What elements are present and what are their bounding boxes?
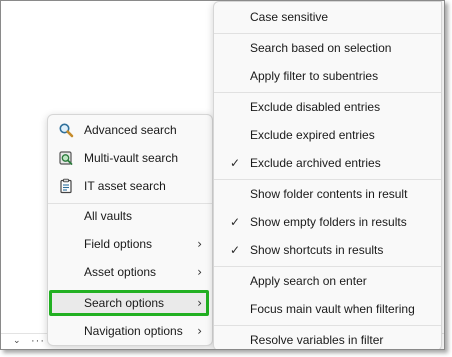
menu-item-advanced-search[interactable]: Advanced search (52, 117, 208, 143)
menu-item-label: Exclude expired entries (250, 128, 375, 142)
menu-item-label: Apply filter to subentries (250, 69, 379, 83)
menu-item-label: Multi-vault search (84, 151, 179, 165)
menu-item-label: Navigation options (84, 324, 183, 338)
menu-item-field-options[interactable]: Field options › (52, 231, 208, 257)
menu-item-exclude-archived-entries[interactable]: ✓ Exclude archived entries (218, 150, 437, 176)
more-options-icon[interactable]: ··· (31, 335, 45, 347)
vault-search-icon (59, 151, 73, 165)
menu-item-exclude-disabled-entries[interactable]: Exclude disabled entries (218, 94, 437, 120)
chevron-right-icon: › (197, 296, 202, 310)
menu-item-label: Field options (84, 237, 153, 251)
menu-item-label: Exclude archived entries (250, 156, 381, 170)
menu-item-label: Asset options (84, 265, 157, 279)
menu-item-search-options[interactable]: Search options › (52, 290, 208, 316)
menu-item-exclude-expired-entries[interactable]: Exclude expired entries (218, 122, 437, 148)
menu-item-label: Show folder contents in result (250, 187, 408, 201)
menu-separator (214, 266, 441, 267)
menu-item-multi-vault-search[interactable]: Multi-vault search (52, 145, 208, 171)
menu-item-navigation-options[interactable]: Navigation options › (52, 318, 208, 344)
menu-item-search-based-on-selection[interactable]: Search based on selection (218, 35, 437, 61)
menu-item-show-shortcuts[interactable]: ✓ Show shortcuts in results (218, 237, 437, 263)
menu-item-label: Show shortcuts in results (250, 243, 384, 257)
search-options-submenu: Case sensitive Search based on selection… (213, 1, 442, 349)
checkmark-icon: ✓ (230, 156, 241, 170)
checkmark-icon: ✓ (230, 243, 241, 257)
menu-item-label: Case sensitive (250, 10, 329, 24)
menu-separator (214, 179, 441, 180)
chevron-down-icon[interactable]: ⌄ (13, 336, 21, 346)
menu-separator (214, 92, 441, 93)
menu-item-label: Exclude disabled entries (250, 100, 381, 114)
chevron-right-icon: › (197, 237, 202, 251)
menu-item-apply-filter-to-subentries[interactable]: Apply filter to subentries (218, 63, 437, 89)
menu-item-label: Resolve variables in filter (250, 333, 384, 347)
menu-separator (214, 33, 441, 34)
application-window: ⌄ ··· Advanced search Multi-vault search (0, 0, 445, 350)
magnifier-search-icon (59, 123, 74, 138)
menu-item-show-folder-contents[interactable]: Show folder contents in result (218, 181, 437, 207)
menu-item-label: Search options (84, 296, 165, 310)
menu-item-resolve-variables[interactable]: Resolve variables in filter (218, 327, 437, 349)
menu-item-label: Apply search on enter (250, 274, 367, 288)
menu-item-label: Search based on selection (250, 41, 392, 55)
chevron-right-icon: › (197, 324, 202, 338)
menu-item-case-sensitive[interactable]: Case sensitive (218, 4, 437, 30)
menu-item-apply-search-on-enter[interactable]: Apply search on enter (218, 268, 437, 294)
menu-item-label: IT asset search (84, 179, 166, 193)
clipboard-asset-icon (60, 178, 72, 194)
menu-item-label: Focus main vault when filtering (250, 302, 415, 316)
menu-separator (214, 325, 441, 326)
menu-item-focus-main-vault[interactable]: Focus main vault when filtering (218, 296, 437, 322)
menu-item-asset-options[interactable]: Asset options › (52, 259, 208, 285)
search-context-menu: Advanced search Multi-vault search IT as… (47, 114, 213, 346)
menu-item-it-asset-search[interactable]: IT asset search (52, 173, 208, 199)
checkmark-icon: ✓ (230, 215, 241, 229)
menu-item-label: Show empty folders in results (250, 215, 407, 229)
menu-item-show-empty-folders[interactable]: ✓ Show empty folders in results (218, 209, 437, 235)
menu-item-all-vaults[interactable]: All vaults (52, 203, 208, 229)
menu-item-label: Advanced search (84, 123, 177, 137)
menu-item-label: All vaults (84, 209, 133, 223)
chevron-right-icon: › (197, 265, 202, 279)
